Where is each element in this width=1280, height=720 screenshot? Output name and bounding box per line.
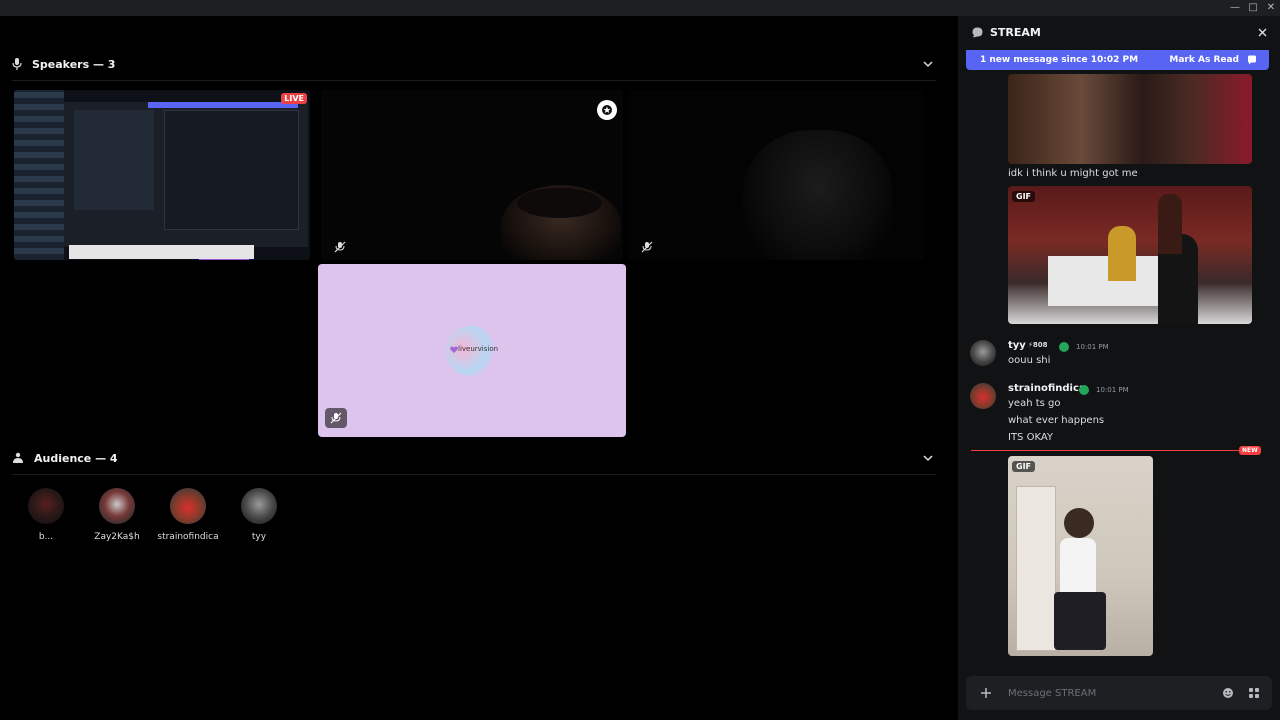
desktop-icons <box>14 90 64 260</box>
add-attachment-icon[interactable] <box>980 687 992 699</box>
audience-member-name: b... <box>38 532 54 542</box>
apps-icon[interactable] <box>1248 687 1260 699</box>
brand-text: liveurvision <box>458 345 499 353</box>
video-person <box>743 130 893 260</box>
mark-as-read-button[interactable]: Mark As Read <box>1169 55 1239 65</box>
speaker-tile[interactable]: liveurvision <box>318 264 626 437</box>
image-attachment[interactable] <box>1008 74 1252 164</box>
verified-icon <box>1059 342 1069 352</box>
muted-mic-icon <box>638 238 656 256</box>
avatar[interactable] <box>241 488 277 524</box>
heart-icon <box>450 346 458 353</box>
avatar[interactable] <box>99 488 135 524</box>
shared-panel <box>164 110 299 230</box>
gif-badge: GIF <box>1012 191 1036 202</box>
shared-taskbar <box>69 245 254 259</box>
star-icon[interactable] <box>597 100 617 120</box>
audience-member-name: strainofindica <box>157 532 219 542</box>
audience-label: Audience — 4 <box>34 451 118 465</box>
avatar[interactable] <box>170 488 206 524</box>
divider <box>12 80 936 81</box>
close-window-icon[interactable]: ✕ <box>1262 1 1280 15</box>
message-text: yeah ts go <box>1008 398 1061 409</box>
gif-attachment[interactable]: GIF <box>1008 186 1252 324</box>
username[interactable]: tyy <box>1008 340 1026 351</box>
new-messages-text: 1 new message since 10:02 PM <box>980 55 1139 65</box>
chat-bubble-icon <box>972 27 983 38</box>
chat-title: STREAM <box>990 26 1041 39</box>
muted-mic-icon <box>325 408 347 428</box>
timestamp: 10:01 PM <box>1096 386 1129 394</box>
mark-read-icon[interactable] <box>1247 55 1257 65</box>
minimize-icon[interactable]: — <box>1226 1 1244 15</box>
avatar[interactable] <box>970 383 996 409</box>
speakers-header: Speakers — 3 <box>12 54 115 74</box>
new-messages-bar[interactable]: 1 new message since 10:02 PM Mark As Rea… <box>966 50 1269 70</box>
gif-person-shirt <box>1060 538 1096 594</box>
user-badge: ⚡808 <box>1028 341 1048 349</box>
speakers-label: Speakers — 3 <box>32 57 116 71</box>
gif-badge: GIF <box>1012 461 1036 472</box>
message-text: what ever happens <box>1008 415 1105 426</box>
camera-tile[interactable] <box>321 90 623 260</box>
message-composer <box>966 676 1272 710</box>
maximize-icon[interactable]: □ <box>1244 1 1262 15</box>
new-badge: NEW <box>1239 446 1261 455</box>
gif-door <box>1016 486 1056 651</box>
timestamp: 10:01 PM <box>1076 343 1109 351</box>
gif-desk <box>1048 256 1158 306</box>
avatar[interactable] <box>28 488 64 524</box>
chevron-down-icon[interactable] <box>923 60 933 68</box>
divider <box>12 474 936 475</box>
new-messages-divider <box>971 450 1243 451</box>
audience-icon <box>13 452 23 463</box>
gif-person <box>1158 194 1182 254</box>
chat-panel: STREAM 1 new message since 10:02 PM Mark… <box>958 16 1280 720</box>
gif-person-head <box>1064 508 1094 538</box>
gif-person <box>1108 226 1136 281</box>
audience-member-name: Zay2Ka$h <box>94 532 140 542</box>
gif-person-shorts <box>1054 592 1106 650</box>
camera-tile[interactable] <box>628 90 924 260</box>
chat-header: STREAM <box>958 16 1280 48</box>
shared-topbar <box>148 102 298 108</box>
chevron-down-icon[interactable] <box>923 454 933 462</box>
message-text: idk i think u might got me <box>1008 168 1138 179</box>
video-hair <box>517 188 602 218</box>
screen-share-tile[interactable]: LIVE <box>14 90 310 260</box>
shared-panel <box>74 110 154 210</box>
message-input[interactable] <box>1008 685 1208 701</box>
message-text: oouu shi <box>1008 355 1051 366</box>
username[interactable]: strainofindica <box>1008 383 1086 394</box>
emoji-icon[interactable] <box>1222 687 1234 699</box>
stage-area: Speakers — 3 LIVE liveurvision Audience … <box>0 16 955 720</box>
gif-attachment[interactable]: GIF <box>1008 456 1153 656</box>
close-icon[interactable] <box>1258 28 1267 37</box>
avatar[interactable] <box>970 340 996 366</box>
audience-member-name: tyy <box>251 532 267 542</box>
window-titlebar: — □ ✕ <box>0 0 1280 16</box>
audience-header: Audience — 4 <box>12 448 118 468</box>
microphone-icon <box>12 58 22 70</box>
muted-mic-icon <box>331 238 349 256</box>
message-text: ITS OKAY <box>1008 432 1054 443</box>
verified-icon <box>1079 385 1089 395</box>
live-badge: LIVE <box>281 93 307 104</box>
